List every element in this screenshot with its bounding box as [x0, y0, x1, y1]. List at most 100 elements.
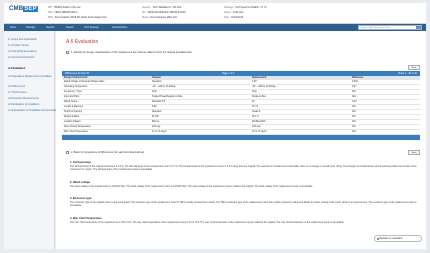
cell-original: 8.89 — [152, 106, 157, 109]
table-pager[interactable]: Page 1 of 1 — [222, 72, 234, 75]
cell-characteristic: Rated Voltage & Nominal Voltage Class — [64, 81, 105, 84]
sidebar-item-general[interactable]: A.3 General Information — [8, 56, 35, 59]
cell-characteristic: Location Pattern — [64, 121, 81, 124]
assistant-icon — [376, 238, 379, 241]
cell-original: Single-Phase/Regular-to-Side — [152, 96, 183, 99]
sidebar-item-differences[interactable]: A.6 Differences — [8, 85, 25, 88]
nav-administration[interactable]: Administration — [112, 26, 127, 29]
cell-characteristic: Rated Torque — [64, 101, 78, 104]
cell-characteristic: Length & Diameter — [64, 106, 84, 109]
header-meta-po: PO VEHICLE MODULE VEHICLE 2020 — [142, 11, 186, 14]
cell-difference: 0.07 — [352, 86, 357, 89]
cell-difference: N/A — [352, 131, 356, 134]
cell-characteristic: Input and Filter — [64, 96, 80, 99]
save-button[interactable]: Save — [408, 65, 420, 70]
save-button-2[interactable]: Save — [408, 150, 420, 155]
logo-accent: SEP — [23, 6, 38, 12]
cell-replacement: Modified-Bolt — [252, 121, 266, 124]
section-heading: 3. Enclosure type — [70, 197, 92, 200]
col-header-replacement[interactable]: Replacement — [252, 77, 266, 79]
cell-difference: N/A — [352, 91, 356, 94]
assistant-button[interactable]: Replace to assistant — [374, 235, 422, 242]
cell-replacement: 135 deg — [252, 126, 261, 129]
page-title: A.6 Evaluation — [66, 39, 99, 45]
sidebar-item-installation-docs[interactable]: A.10 Evaluation of Installation Document… — [8, 109, 58, 112]
app-logo[interactable]: CMBSEP — [9, 6, 38, 12]
table-caption: Differences for Item #1 — [65, 72, 90, 76]
cell-original: Standard — [152, 111, 162, 114]
question-1-checkbox[interactable] — [66, 51, 69, 54]
section-body: The enclosure type of the original motor… — [70, 202, 417, 208]
cell-difference: N/A — [352, 126, 356, 129]
question-2-checkbox[interactable] — [66, 151, 69, 154]
nav-tech-strategy[interactable]: Tech Strategy — [84, 26, 99, 29]
cell-difference: 0.004 — [352, 81, 358, 84]
section-heading: 4. Max. Fluid Temperature — [70, 217, 102, 220]
cell-original: 43 to 70 deg F — [152, 131, 167, 134]
cell-difference: N/A — [352, 96, 356, 99]
col-header-original[interactable]: Original — [152, 77, 161, 79]
cell-characteristic: Operating Temperature — [64, 86, 88, 89]
sidebar-item-installation[interactable]: A.9 Evaluation of Installation — [8, 103, 40, 106]
question-2-text: 2. Basis for Acceptance of Differences (… — [71, 151, 145, 154]
cell-replacement: 43 to 70 deg F — [252, 131, 267, 134]
sidebar-item-scope[interactable]: A. Scope and Applicability — [8, 38, 37, 41]
cell-difference: N/A — [352, 111, 356, 114]
cell-original: 125 deg — [152, 126, 161, 129]
cell-original: Chip — [152, 91, 157, 94]
search-icon[interactable] — [416, 26, 421, 29]
cell-original: 51.8 lb — [152, 116, 159, 119]
main-content: A.6 Evaluation 1. Identify the design ch… — [56, 31, 426, 249]
sidebar-item-sampling[interactable]: A.2 Sampling Exemptions — [8, 50, 37, 53]
nav-package[interactable]: Package — [26, 26, 35, 29]
sidebar-item-evaluation[interactable]: A.4 Evaluation — [8, 67, 25, 70]
logo-text: CMB — [9, 6, 24, 12]
col-header-difference[interactable]: Difference — [352, 77, 363, 79]
sidebar-item-product-scope[interactable]: A.1 Product Scope — [8, 44, 29, 47]
nav-search[interactable]: Search — [66, 26, 74, 29]
cell-characteristic: Frequency / Type — [64, 91, 82, 94]
cell-original: Bolt-on — [152, 121, 160, 124]
cell-difference: 0.00 — [352, 101, 357, 104]
header-meta-status: Status In Review — [224, 11, 244, 14]
cell-characteristic: Max. Fluid Temperature — [64, 131, 89, 134]
cell-replacement: Single-to-Bus — [252, 96, 266, 99]
header-meta-package: Package Prof Systems CASES - 17 Y4 — [224, 6, 267, 9]
section-body: The rated voltage of the original motor … — [70, 186, 314, 188]
nav-search-input[interactable]: Search CMB Sections or Files — [358, 25, 422, 30]
header-meta-spa: SPA HEXC-MB-005-002-A — [48, 11, 78, 14]
header-meta-session: Session Tech Validation 6 - 4% Fish — [142, 6, 182, 9]
section-heading: 2. Rated voltage — [70, 181, 90, 184]
cell-difference: N/A — [352, 106, 356, 109]
cell-original: -40 - +100 to 10 Range — [152, 86, 176, 89]
nav-reports[interactable]: Reports — [46, 26, 54, 29]
cell-replacement: 15.72 — [252, 106, 258, 109]
cell-characteristic: Door Closing Temperature — [64, 126, 91, 129]
header-meta-date: Date 07/22/2019 — [224, 16, 244, 19]
cell-original: Standard 8.5 — [152, 101, 166, 104]
cell-replacement: Chip — [252, 91, 257, 94]
cell-difference: N/A — [352, 121, 356, 124]
section-heading: 1. Full load amps — [70, 161, 92, 164]
cell-replacement: 1.08 — [252, 81, 257, 84]
cell-replacement: 20 — [252, 101, 255, 104]
cell-difference: N/A — [352, 116, 356, 119]
cell-characteristic: Weight & Mass — [64, 116, 80, 119]
cell-replacement: Grade 6 — [252, 111, 261, 114]
sidebar-item-equivalent[interactable]: A.5 Equivalent Replacement Candidate — [8, 75, 52, 78]
section-body: The full load amps of the original compo… — [70, 166, 417, 172]
cell-replacement: -40 - +100 to 10 Range — [252, 86, 276, 89]
sidebar-item-emission[interactable]: A.8 Emission Requirements — [8, 97, 39, 100]
main-nav: Home Package Reports Search Tech Strateg… — [4, 24, 426, 31]
header-meta-pen: PEN Demonstration MX9 RX Oxide Technologi… — [48, 16, 107, 19]
section-body: The max. fluid temperature of the origin… — [70, 222, 345, 224]
table-footer-bar — [62, 135, 420, 140]
nav-home[interactable]: Home — [10, 26, 16, 29]
col-header-characteristic[interactable]: Design Characteristic — [64, 77, 88, 79]
header-meta-model: Model Demonstration MFG-101 — [142, 16, 177, 19]
table-rows-label: Rows 1 - 10 of 10 — [398, 72, 417, 76]
sidebar-item-performance[interactable]: A.7 Performance — [8, 91, 27, 94]
question-1-text: 1. Identify the design characteristics o… — [71, 51, 193, 54]
assistant-label: Replace to assistant — [379, 237, 403, 240]
cell-replacement: 20.1 ft — [252, 116, 259, 119]
